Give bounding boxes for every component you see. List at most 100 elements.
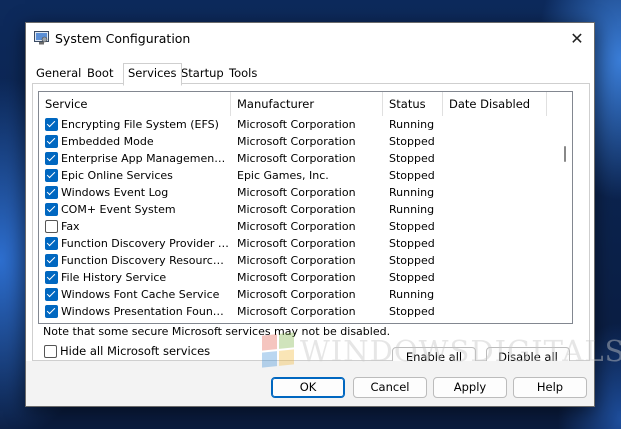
list-header: Service Manufacturer Status Date Disable… <box>39 92 559 116</box>
table-row[interactable]: Function Discovery Provider Host Microsof… <box>39 235 559 252</box>
tab-startup[interactable]: Startup <box>177 64 228 82</box>
service-manufacturer: Microsoft Corporation <box>237 220 356 233</box>
table-row[interactable]: COM+ Event System Microsoft Corporation Ru… <box>39 201 559 218</box>
column-header-date-disabled[interactable]: Date Disabled <box>443 92 547 116</box>
tab-services[interactable]: Services <box>123 63 182 86</box>
service-status: Stopped <box>389 271 435 284</box>
service-checkbox[interactable] <box>45 152 58 165</box>
vertical-scrollbar[interactable] <box>559 92 572 323</box>
service-name: Encrypting File System (EFS) <box>61 118 219 131</box>
service-manufacturer: Microsoft Corporation <box>237 203 356 216</box>
table-row[interactable]: File History Service Microsoft Corporatio… <box>39 269 559 286</box>
service-manufacturer: Microsoft Corporation <box>237 305 356 318</box>
service-status: Stopped <box>389 135 435 148</box>
dialog-footer: OK Cancel Apply Help <box>26 361 594 406</box>
table-row[interactable]: Function Discovery Resource Pu... Microso… <box>39 252 559 269</box>
tab-boot[interactable]: Boot <box>83 64 117 82</box>
service-status: Stopped <box>389 305 435 318</box>
service-manufacturer: Microsoft Corporation <box>237 118 356 131</box>
scrollbar-thumb[interactable] <box>564 146 566 162</box>
service-date-disabled <box>449 303 545 320</box>
service-name: Function Discovery Provider Host <box>61 237 229 250</box>
service-name: File History Service <box>61 271 167 284</box>
service-name: Windows Event Log <box>61 186 169 199</box>
service-name: Embedded Mode <box>61 135 154 148</box>
service-date-disabled <box>449 269 545 286</box>
service-status: Stopped <box>389 169 435 182</box>
service-date-disabled <box>449 150 545 167</box>
service-name: Function Discovery Resource Pu... <box>61 254 229 267</box>
service-checkbox[interactable] <box>45 305 58 318</box>
service-manufacturer: Microsoft Corporation <box>237 152 356 165</box>
service-checkbox[interactable] <box>45 169 58 182</box>
service-checkbox[interactable] <box>45 288 58 301</box>
column-header-service[interactable]: Service <box>39 92 231 116</box>
service-checkbox[interactable] <box>45 271 58 284</box>
service-status: Running <box>389 288 435 301</box>
system-configuration-icon <box>34 31 49 45</box>
table-row[interactable]: Windows Presentation Foundati... Microsof… <box>39 303 559 320</box>
service-checkbox[interactable] <box>45 220 58 233</box>
table-row[interactable]: Fax Microsoft Corporation Stopped <box>39 218 559 235</box>
dialog-content: General Boot Services Startup Tools Serv… <box>26 55 594 368</box>
title-bar[interactable]: System Configuration ✕ <box>26 23 594 55</box>
close-icon: ✕ <box>570 29 584 48</box>
service-manufacturer: Microsoft Corporation <box>237 254 356 267</box>
service-status: Stopped <box>389 220 435 233</box>
service-status: Stopped <box>389 237 435 250</box>
system-configuration-window: System Configuration ✕ General Boot Serv… <box>25 22 595 407</box>
tab-general[interactable]: General <box>32 64 85 82</box>
service-manufacturer: Microsoft Corporation <box>237 186 356 199</box>
service-date-disabled <box>449 184 545 201</box>
secure-services-note: Note that some secure Microsoft services… <box>43 325 391 338</box>
cancel-button[interactable]: Cancel <box>353 377 427 398</box>
apply-button[interactable]: Apply <box>433 377 507 398</box>
service-checkbox[interactable] <box>45 186 58 199</box>
service-date-disabled <box>449 252 545 269</box>
hide-microsoft-services-checkbox[interactable] <box>44 345 57 358</box>
ok-button[interactable]: OK <box>271 377 345 398</box>
hide-microsoft-services-label[interactable]: Hide all Microsoft services <box>60 344 210 358</box>
table-row[interactable]: Windows Font Cache Service Microsoft Corp… <box>39 286 559 303</box>
table-row[interactable]: Encrypting File System (EFS) Microsoft Co… <box>39 116 559 133</box>
service-checkbox[interactable] <box>45 135 58 148</box>
tab-tools[interactable]: Tools <box>225 64 261 82</box>
service-date-disabled <box>449 218 545 235</box>
table-row[interactable]: Enterprise App Management Ser... Microsof… <box>39 150 559 167</box>
service-status: Stopped <box>389 152 435 165</box>
service-checkbox[interactable] <box>45 237 58 250</box>
service-checkbox[interactable] <box>45 203 58 216</box>
service-status: Stopped <box>389 254 435 267</box>
service-name: Enterprise App Management Ser... <box>61 152 229 165</box>
service-checkbox[interactable] <box>45 254 58 267</box>
column-header-manufacturer[interactable]: Manufacturer <box>231 92 383 116</box>
column-header-status[interactable]: Status <box>383 92 443 116</box>
service-checkbox[interactable] <box>45 118 58 131</box>
service-date-disabled <box>449 116 545 133</box>
help-button[interactable]: Help <box>513 377 587 398</box>
service-date-disabled <box>449 133 545 150</box>
table-row[interactable]: Windows Event Log Microsoft Corporation Ru… <box>39 184 559 201</box>
service-name: Windows Presentation Foundati... <box>61 305 229 318</box>
service-status: Running <box>389 118 435 131</box>
services-list[interactable]: Service Manufacturer Status Date Disable… <box>38 91 573 324</box>
service-date-disabled <box>449 235 545 252</box>
service-date-disabled <box>449 201 545 218</box>
service-date-disabled <box>449 167 545 184</box>
window-title: System Configuration <box>55 31 191 46</box>
service-manufacturer: Microsoft Corporation <box>237 271 356 284</box>
service-manufacturer: Microsoft Corporation <box>237 237 356 250</box>
service-name: COM+ Event System <box>61 203 176 216</box>
service-name: Windows Font Cache Service <box>61 288 220 301</box>
service-status: Running <box>389 186 435 199</box>
service-manufacturer: Microsoft Corporation <box>237 135 356 148</box>
table-row[interactable]: Epic Online Services Epic Games, Inc. Stop… <box>39 167 559 184</box>
service-manufacturer: Microsoft Corporation <box>237 288 356 301</box>
service-name: Epic Online Services <box>61 169 173 182</box>
table-row[interactable]: Embedded Mode Microsoft Corporation Stoppe… <box>39 133 559 150</box>
service-name: Fax <box>61 220 80 233</box>
service-manufacturer: Epic Games, Inc. <box>237 169 329 182</box>
service-status: Running <box>389 203 435 216</box>
close-button[interactable]: ✕ <box>565 27 589 51</box>
service-date-disabled <box>449 286 545 303</box>
